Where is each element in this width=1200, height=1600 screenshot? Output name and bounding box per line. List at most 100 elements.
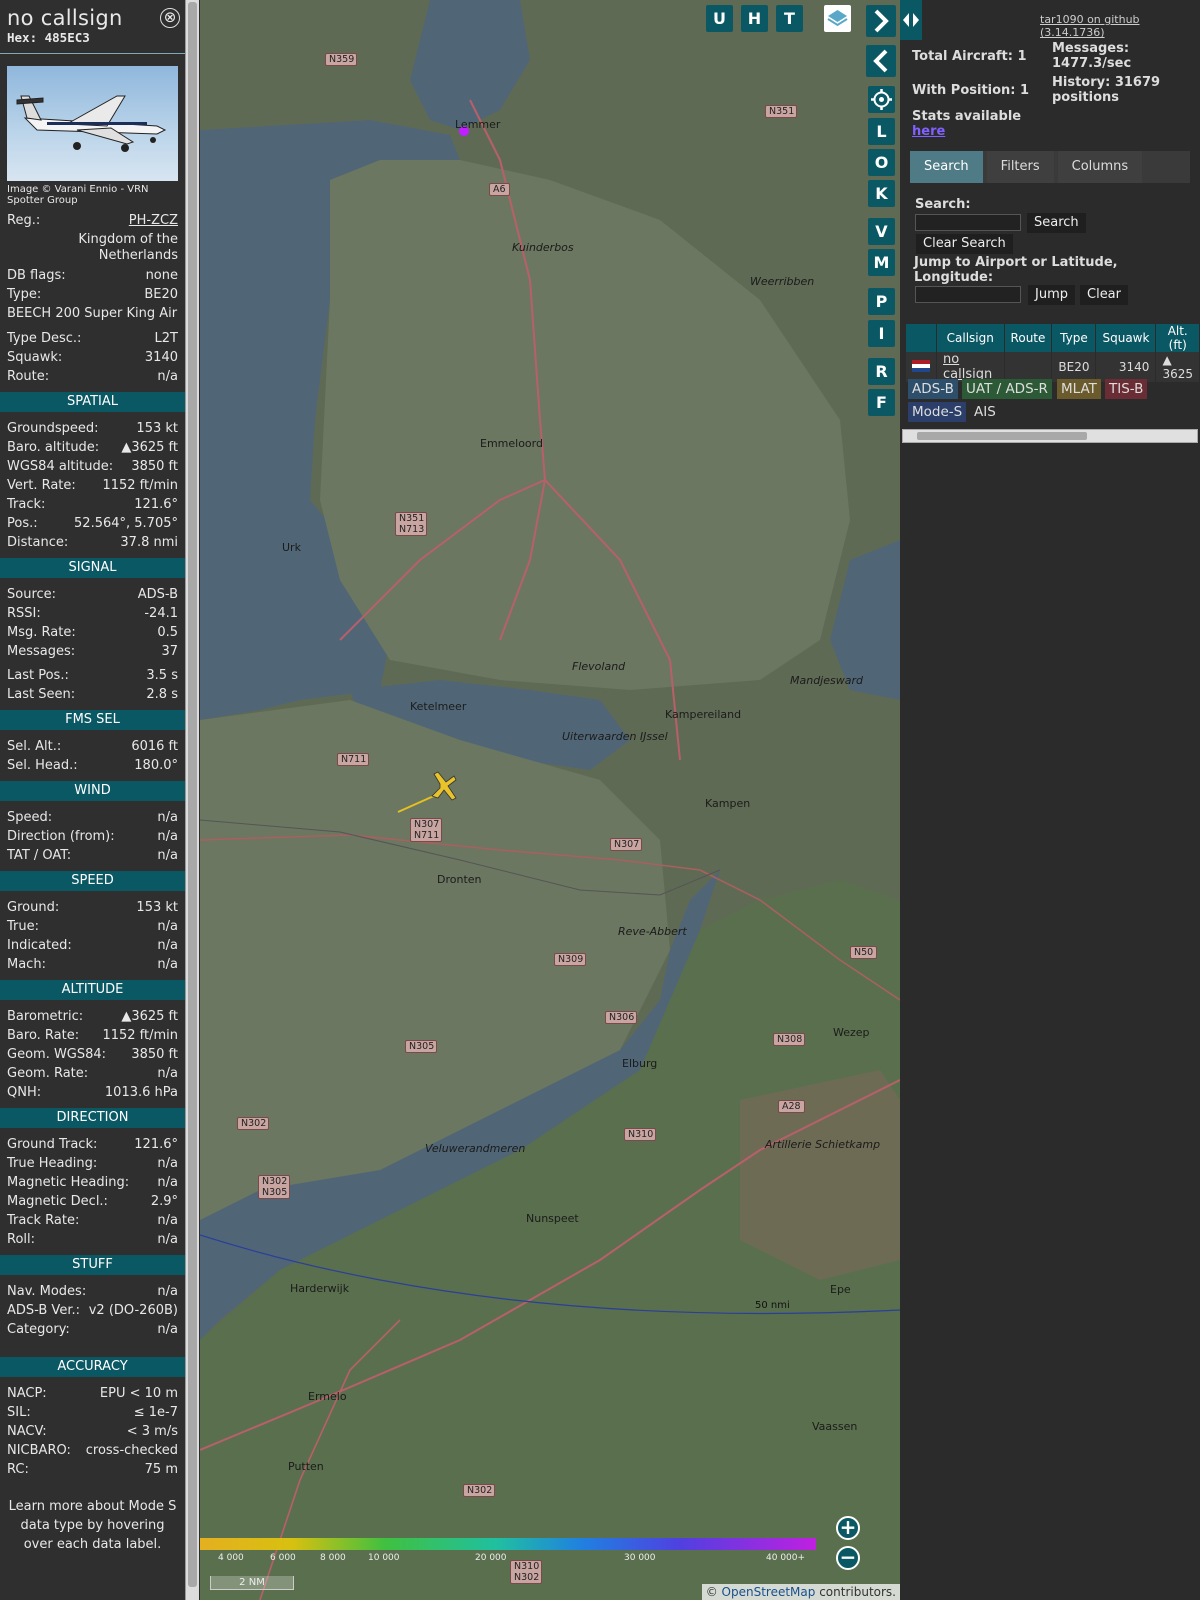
row-label[interactable]: Geom. Rate: (7, 1064, 88, 1083)
expand-right-button[interactable] (866, 5, 896, 37)
row-label[interactable]: Groundspeed: (7, 419, 98, 438)
row-label[interactable]: Track Rate: (7, 1211, 79, 1230)
scrollbar-thumb[interactable] (188, 2, 197, 1587)
row-label[interactable]: RC: (7, 1460, 29, 1479)
row-label[interactable]: Messages: (7, 642, 75, 661)
row-label[interactable]: Type Desc.: (7, 329, 81, 348)
jump-button[interactable]: Jump (1028, 285, 1075, 305)
row-label[interactable]: Nav. Modes: (7, 1282, 86, 1301)
row-label[interactable]: Baro. Rate: (7, 1026, 79, 1045)
col-alt[interactable]: Alt. (ft) (1155, 324, 1200, 352)
side-button-v[interactable]: V (868, 218, 895, 245)
row-label[interactable]: Source: (7, 585, 56, 604)
col-route[interactable]: Route (1004, 324, 1053, 352)
row-label[interactable]: Route: (7, 367, 49, 386)
side-button-l[interactable]: L (868, 118, 895, 145)
row-label[interactable]: Type: (7, 285, 41, 304)
side-button-o[interactable]: O (868, 149, 895, 176)
tab-filters[interactable]: Filters (986, 151, 1054, 183)
collapse-left-button[interactable] (866, 45, 896, 77)
row-label[interactable]: True Heading: (7, 1154, 97, 1173)
map-view[interactable]: Lemmer Emmeloord Urk Ketelmeer Kampereiland K… (200, 0, 900, 1600)
source-adsb[interactable]: ADS-B (908, 379, 958, 399)
source-ais[interactable]: AIS (970, 402, 1000, 422)
row-label[interactable]: Distance: (7, 533, 68, 552)
side-button-r[interactable]: R (868, 358, 895, 385)
side-button-f[interactable]: F (868, 389, 895, 416)
source-tisb[interactable]: TIS-B (1105, 379, 1148, 399)
row-label[interactable]: True: (7, 917, 39, 936)
row-label[interactable]: RSSI: (7, 604, 41, 623)
row-label[interactable]: WGS84 altitude: (7, 457, 113, 476)
row-label[interactable]: Direction (from): (7, 827, 115, 846)
side-button-p[interactable]: P (868, 288, 895, 315)
source-mlat[interactable]: MLAT (1057, 379, 1101, 399)
row-label[interactable]: Barometric: (7, 1007, 83, 1026)
github-link[interactable]: tar1090 on github (3.14.1736) (1040, 13, 1200, 39)
stats-link[interactable]: here (912, 124, 945, 139)
source-uat[interactable]: UAT / ADS-R (962, 379, 1052, 399)
row-label[interactable]: Reg.: (7, 211, 40, 230)
row-label[interactable]: Last Pos.: (7, 666, 69, 685)
row-label[interactable]: QNH: (7, 1083, 41, 1102)
row-label[interactable]: Squawk: (7, 348, 62, 367)
row-label[interactable]: Last Seen: (7, 685, 75, 704)
row-label[interactable]: Sel. Head.: (7, 756, 78, 775)
row-label[interactable]: Category: (7, 1320, 70, 1339)
row-label[interactable]: Mach: (7, 955, 46, 974)
h-button[interactable]: H (741, 5, 768, 32)
col-type[interactable]: Type (1051, 324, 1097, 352)
row-label[interactable]: Pos.: (7, 514, 38, 533)
sidebar-scrollbar[interactable] (185, 0, 199, 1600)
table-horizontal-scrollbar[interactable] (902, 429, 1198, 443)
row-label[interactable]: Sel. Alt.: (7, 737, 61, 756)
row-label[interactable]: NACV: (7, 1422, 47, 1441)
row-label[interactable]: TAT / OAT: (7, 846, 71, 865)
u-button[interactable]: U (706, 5, 733, 32)
row-label[interactable]: Baro. altitude: (7, 438, 99, 457)
row-label[interactable]: ADS-B Ver.: (7, 1301, 80, 1320)
source-modes[interactable]: Mode-S (908, 402, 967, 422)
tab-search[interactable]: Search (910, 151, 983, 183)
hscroll-thumb[interactable] (917, 432, 1087, 440)
row-callsign[interactable]: no callsign (936, 352, 1005, 382)
table-row[interactable]: no callsign BE20 3140 ▲ 3625 (906, 352, 1200, 382)
row-label[interactable]: DB flags: (7, 266, 66, 285)
settings-button[interactable] (868, 86, 895, 113)
panel-resize-button[interactable] (900, 0, 922, 40)
row-label[interactable]: NACP: (7, 1384, 47, 1403)
row-label[interactable]: Indicated: (7, 936, 72, 955)
row-label[interactable]: Ground Track: (7, 1135, 97, 1154)
row-value[interactable]: PH-ZCZ (129, 211, 178, 230)
row-label[interactable]: NICBARO: (7, 1441, 71, 1460)
row-label[interactable]: Magnetic Heading: (7, 1173, 129, 1192)
side-button-m[interactable]: M (868, 249, 895, 276)
row-label[interactable]: Magnetic Decl.: (7, 1192, 108, 1211)
osm-link[interactable]: OpenStreetMap (722, 1585, 816, 1599)
col-squawk[interactable]: Squawk (1095, 324, 1157, 352)
jump-input[interactable] (915, 286, 1021, 303)
clear-button[interactable]: Clear (1080, 285, 1128, 305)
clear-search-button[interactable]: Clear Search (916, 234, 1013, 254)
zoom-out-button[interactable]: − (836, 1546, 860, 1570)
tab-columns[interactable]: Columns (1057, 151, 1143, 183)
t-button[interactable]: T (776, 5, 803, 32)
row-label[interactable]: BEECH 200 Super King Air (7, 306, 177, 322)
row-label[interactable]: Geom. WGS84: (7, 1045, 106, 1064)
row-label[interactable]: Msg. Rate: (7, 623, 76, 642)
col-callsign[interactable]: Callsign (936, 324, 1005, 352)
layers-button[interactable] (824, 5, 851, 32)
row-label[interactable]: Vert. Rate: (7, 476, 76, 495)
search-input[interactable] (915, 214, 1021, 231)
row-label[interactable]: Roll: (7, 1230, 35, 1249)
side-button-k[interactable]: K (868, 180, 895, 207)
row-label[interactable]: Speed: (7, 808, 52, 827)
close-icon[interactable]: ⊗ (160, 8, 180, 28)
row-label[interactable]: SIL: (7, 1403, 31, 1422)
col-flag[interactable] (906, 324, 937, 352)
search-button[interactable]: Search (1027, 213, 1086, 233)
side-button-i[interactable]: I (868, 320, 895, 347)
aircraft-photo[interactable] (7, 66, 178, 181)
row-label[interactable]: Ground: (7, 898, 59, 917)
row-label[interactable]: Track: (7, 495, 45, 514)
